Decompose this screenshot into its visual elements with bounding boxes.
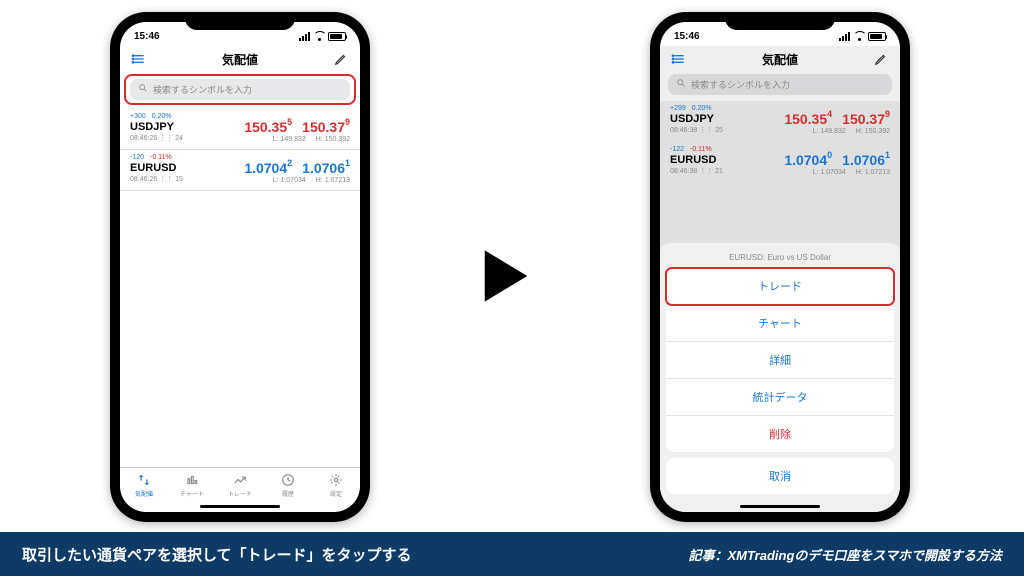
sheet-trade[interactable]: トレード — [666, 268, 894, 305]
notch — [185, 12, 295, 30]
tab-bar: 気配値 チャート トレード 履歴 設定 — [120, 467, 360, 500]
tab-settings[interactable]: 設定 — [312, 472, 360, 498]
page-title: 気配値 — [148, 51, 332, 68]
caption-footer: 取引したい通貨ペアを選択して「トレード」をタップする 記事：XMTradingの… — [0, 532, 1024, 576]
battery-icon — [868, 32, 886, 41]
battery-icon — [328, 32, 346, 41]
symbol-row[interactable]: +299 0.20% USDJPY 08:46:38 ⋮⋮ 25 150.354… — [660, 101, 900, 142]
list-icon[interactable] — [670, 50, 688, 68]
sheet-details[interactable]: 詳細 — [666, 342, 894, 379]
search-input[interactable]: 検索するシンボルを入力 — [668, 74, 892, 95]
article-ref: 記事：XMTradingのデモ口座をスマホで開設する方法 — [688, 545, 1002, 564]
arrow-icon — [478, 245, 534, 312]
symbol-row[interactable]: +300 0.20% USDJPY 08:46:26 ⋮⋮ 24 150.355… — [120, 109, 360, 150]
phone-right: 15:46 気配値 — [650, 12, 910, 522]
tab-quotes[interactable]: 気配値 — [120, 472, 168, 498]
search-placeholder: 検索するシンボルを入力 — [153, 83, 252, 96]
search-placeholder: 検索するシンボルを入力 — [691, 78, 790, 91]
tab-history[interactable]: 履歴 — [264, 472, 312, 498]
clock-icon — [280, 472, 296, 488]
sheet-chart[interactable]: チャート — [666, 305, 894, 342]
search-input[interactable]: 検索するシンボルを入力 — [130, 79, 350, 100]
tab-chart[interactable]: チャート — [168, 472, 216, 498]
gear-icon — [328, 472, 344, 488]
home-indicator — [666, 500, 894, 512]
chart-icon — [184, 472, 200, 488]
status-time: 15:46 — [674, 31, 700, 42]
sheet-header: EURUSD: Euro vs US Dollar — [666, 249, 894, 268]
search-wrap-highlighted: 検索するシンボルを入力 — [124, 74, 356, 105]
home-indicator — [120, 500, 360, 512]
search-icon — [676, 78, 686, 91]
list-icon[interactable] — [130, 50, 148, 68]
tab-trade[interactable]: トレード — [216, 472, 264, 498]
caption-text: 取引したい通貨ペアを選択して「トレード」をタップする — [22, 544, 412, 565]
arrows-icon — [136, 472, 152, 488]
symbol-row[interactable]: -122 -0.11% EURUSD 08:46:38 ⋮⋮ 21 1.0704… — [660, 142, 900, 183]
edit-icon[interactable] — [872, 50, 890, 68]
action-sheet: EURUSD: Euro vs US Dollar トレード チャート 詳細 統… — [660, 243, 900, 512]
sheet-delete[interactable]: 削除 — [666, 416, 894, 452]
edit-icon[interactable] — [332, 50, 350, 68]
trade-icon — [232, 472, 248, 488]
search-icon — [138, 83, 148, 96]
page-title: 気配値 — [688, 51, 872, 68]
sheet-stats[interactable]: 統計データ — [666, 379, 894, 416]
wifi-icon — [853, 32, 865, 41]
signal-icon — [299, 32, 310, 41]
app-header: 気配値 — [660, 46, 900, 74]
app-header: 気配値 — [120, 46, 360, 74]
sheet-cancel[interactable]: 取消 — [666, 458, 894, 494]
notch — [725, 12, 835, 30]
search-wrap: 検索するシンボルを入力 — [660, 74, 900, 101]
signal-icon — [839, 32, 850, 41]
symbol-row[interactable]: -120 -0.11% EURUSD 08:46:26 ⋮⋮ 19 1.0704… — [120, 150, 360, 191]
symbol-list: +300 0.20% USDJPY 08:46:26 ⋮⋮ 24 150.355… — [120, 109, 360, 467]
phone-left: 15:46 気配値 — [110, 12, 370, 522]
status-time: 15:46 — [134, 31, 160, 42]
wifi-icon — [313, 32, 325, 41]
